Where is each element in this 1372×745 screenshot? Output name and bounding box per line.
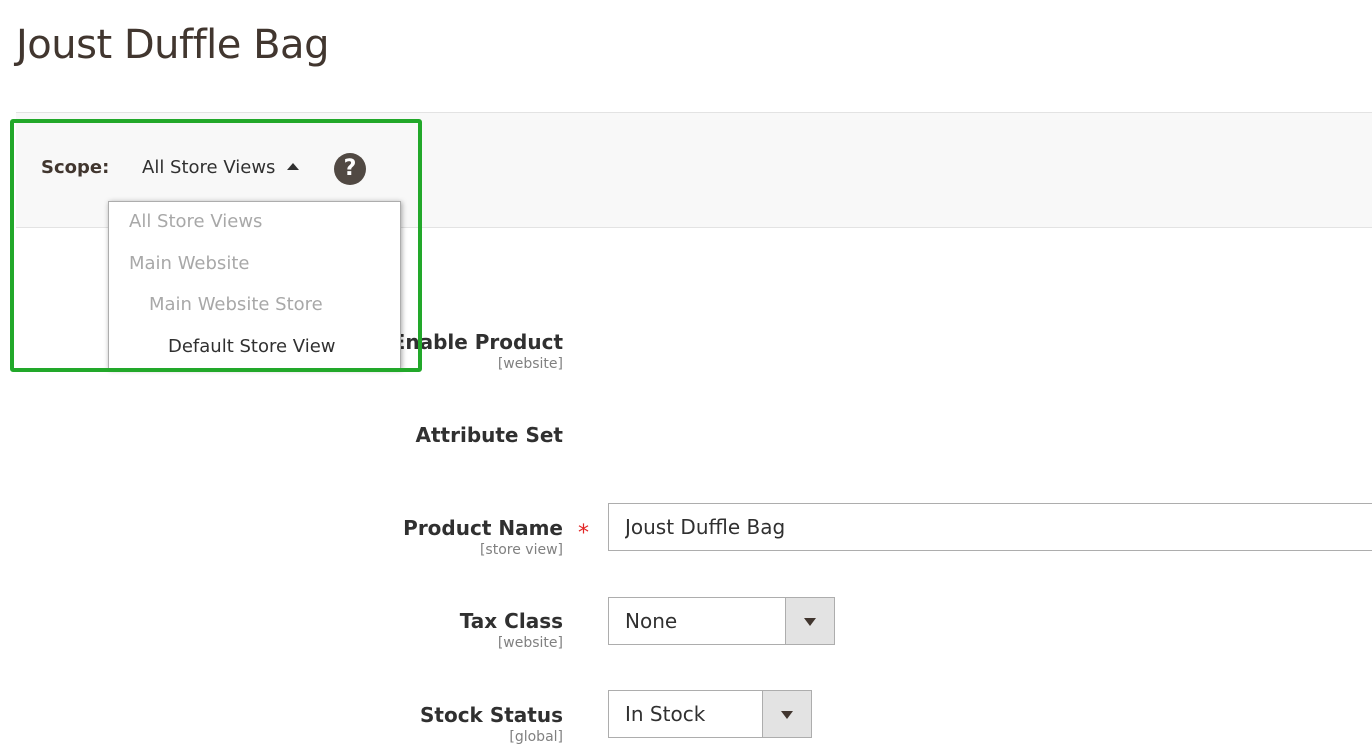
page-title: Joust Duffle Bag xyxy=(16,22,329,68)
tax-class-value: None xyxy=(625,609,678,633)
tax-class-label: Tax Class xyxy=(459,609,563,633)
product-name-input[interactable] xyxy=(608,503,1372,551)
attribute-set-label: Attribute Set xyxy=(415,423,564,447)
scope-option-main-website: Main Website xyxy=(129,253,250,274)
tax-class-scope: [website] xyxy=(497,635,563,651)
scope-option-all-store-views: All Store Views xyxy=(129,211,263,232)
question-circle-icon[interactable]: ? xyxy=(334,153,366,185)
required-indicator: * xyxy=(578,521,589,546)
chevron-down-icon xyxy=(785,598,834,644)
enable-product-scope: [website] xyxy=(497,356,563,372)
chevron-down-icon xyxy=(762,691,811,737)
scope-label: Scope: xyxy=(41,157,110,178)
enable-product-label: Enable Product xyxy=(391,330,563,354)
tax-class-select[interactable]: None xyxy=(608,597,835,645)
stock-status-label: Stock Status xyxy=(420,703,563,727)
caret-up-icon xyxy=(287,163,300,170)
scope-option-main-website-store: Main Website Store xyxy=(149,294,323,315)
scope-current-value: All Store Views xyxy=(142,157,276,178)
scope-dropdown-menu: All Store Views Main Website Main Websit… xyxy=(108,201,401,369)
product-name-label: Product Name xyxy=(403,516,563,540)
scope-option-default-store-view[interactable]: Default Store View xyxy=(168,336,336,357)
scope-switcher-button[interactable]: All Store Views xyxy=(142,157,300,178)
stock-status-select[interactable]: In Stock xyxy=(608,690,812,738)
stock-status-value: In Stock xyxy=(625,702,706,726)
stock-status-scope: [global] xyxy=(509,729,563,745)
product-name-scope: [store view] xyxy=(479,542,563,558)
